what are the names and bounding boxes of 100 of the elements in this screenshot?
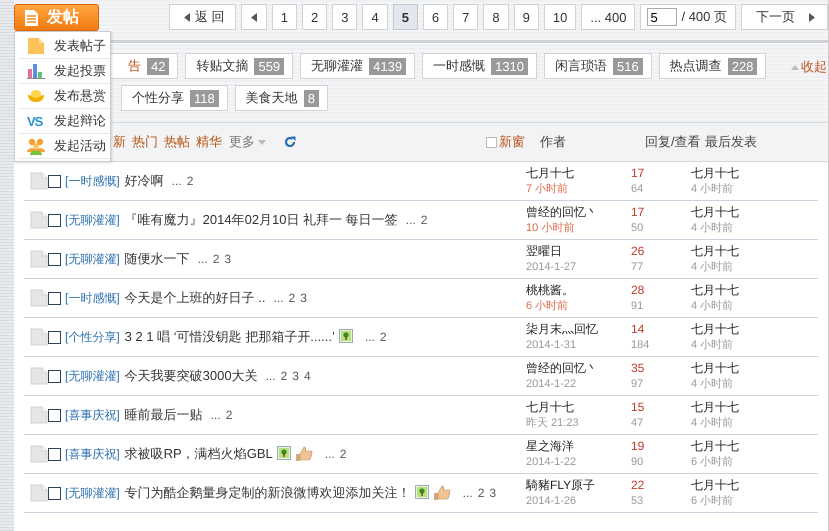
- author-name[interactable]: 翌曜日: [526, 243, 631, 259]
- board-tag[interactable]: 无聊灌灌 4139: [300, 53, 416, 79]
- checkbox[interactable]: [48, 448, 61, 460]
- board-name: 个性分享: [132, 89, 184, 107]
- checkbox[interactable]: [48, 292, 61, 304]
- page-button[interactable]: 3: [332, 4, 358, 30]
- page-button[interactable]: ... 400: [581, 4, 636, 30]
- thread-title[interactable]: 求被吸RP，满档火焰GBL: [124, 446, 273, 461]
- last-poster[interactable]: 七月十七: [691, 399, 818, 415]
- author-name[interactable]: 七月十七: [526, 165, 631, 181]
- checkbox[interactable]: [48, 330, 61, 344]
- previous-page-button[interactable]: [240, 4, 267, 30]
- filter-tab[interactable]: 精华: [196, 133, 222, 151]
- page-link[interactable]: 2: [288, 291, 296, 305]
- page-button[interactable]: 1: [272, 4, 297, 30]
- page-link[interactable]: 4: [304, 369, 311, 383]
- page-link[interactable]: 2: [212, 252, 220, 266]
- board-tag[interactable]: 一时感慨 1310: [422, 53, 538, 79]
- thread-title[interactable]: 好冷啊: [124, 173, 164, 188]
- category-link[interactable]: [无聊灌灌]: [65, 252, 120, 266]
- collapse-link[interactable]: 收起: [801, 58, 827, 76]
- page-button[interactable]: 6: [422, 4, 448, 30]
- menu-item[interactable]: 发表帖子: [54, 37, 106, 55]
- page-link[interactable]: 2: [478, 486, 484, 500]
- more-dropdown[interactable]: 更多: [229, 133, 266, 151]
- thread-title[interactable]: 今天我要突破3000大关: [124, 368, 258, 383]
- count-badge: 8: [304, 90, 319, 106]
- thread-title[interactable]: 专门为酷企鹅量身定制的新浪微博欢迎添加关注！: [124, 485, 411, 500]
- page-button[interactable]: 2: [302, 4, 328, 30]
- page-button[interactable]: 8: [483, 4, 509, 30]
- page-button[interactable]: 7: [453, 4, 478, 30]
- page-link[interactable]: 3: [224, 252, 232, 266]
- last-poster[interactable]: 七月十七: [691, 438, 818, 454]
- last-poster[interactable]: 七月十七: [691, 282, 818, 298]
- last-poster[interactable]: 七月十七: [691, 243, 818, 259]
- last-poster[interactable]: 七月十七: [691, 165, 818, 181]
- category-link[interactable]: [无聊灌灌]: [65, 213, 120, 227]
- checkbox[interactable]: [48, 408, 61, 422]
- filter-tab[interactable]: 热门: [132, 133, 158, 151]
- author-name[interactable]: 七月十七: [526, 399, 631, 415]
- last-poster[interactable]: 七月十七: [691, 477, 818, 493]
- menu-item[interactable]: 发起活动: [54, 137, 106, 155]
- menu-item[interactable]: 发起辩论: [54, 112, 106, 130]
- view-count: 97: [631, 377, 644, 392]
- category-link[interactable]: [喜事庆祝]: [65, 447, 120, 461]
- thread-title[interactable]: 随便水一下: [124, 251, 190, 266]
- board-tag[interactable]: 闲言琐语 516: [544, 53, 652, 79]
- page-link[interactable]: 2: [226, 408, 232, 422]
- filter-tab[interactable]: 新: [113, 133, 126, 151]
- thread-title[interactable]: 『唯有魔力』2014年02月10日 礼拜一 每日一签: [124, 212, 398, 227]
- page-button[interactable]: 9: [514, 4, 539, 30]
- next-page-button[interactable]: 下一页: [741, 4, 828, 30]
- category-link[interactable]: [无聊灌灌]: [65, 369, 120, 383]
- checkbox[interactable]: [48, 486, 61, 500]
- checkbox[interactable]: [48, 252, 61, 266]
- page-link[interactable]: 2: [420, 213, 428, 227]
- board-tag[interactable]: 转贴文摘 559: [185, 53, 294, 79]
- checkbox[interactable]: [486, 136, 497, 148]
- author-name[interactable]: 桃桃酱。: [526, 282, 631, 298]
- category-link[interactable]: [一时感慨]: [65, 174, 120, 188]
- filter-tab[interactable]: 热帖: [164, 133, 190, 151]
- category-link[interactable]: [个性分享]: [65, 330, 120, 344]
- page-link[interactable]: 2: [280, 369, 288, 383]
- page-link[interactable]: 3: [292, 369, 299, 383]
- category-link[interactable]: [一时感慨]: [65, 291, 120, 305]
- page-link[interactable]: 2: [380, 330, 387, 344]
- board-tag[interactable]: 美食天地 8: [234, 85, 328, 111]
- author-name[interactable]: 曾经的回忆丶: [526, 204, 631, 220]
- page-button[interactable]: 4: [362, 4, 388, 30]
- menu-item[interactable]: 发布悬赏: [54, 87, 106, 105]
- page-link[interactable]: 2: [186, 174, 194, 188]
- category-link[interactable]: [无聊灌灌]: [65, 486, 120, 500]
- last-poster[interactable]: 七月十七: [691, 360, 818, 376]
- refresh-icon[interactable]: [284, 136, 296, 148]
- thread-title[interactable]: 今天是个上班的好日子 ..: [124, 290, 266, 305]
- checkbox[interactable]: [48, 214, 61, 226]
- back-button[interactable]: 返 回: [169, 4, 236, 30]
- page-link[interactable]: 3: [489, 486, 496, 500]
- menu-item[interactable]: 发起投票: [54, 62, 106, 80]
- author-name[interactable]: 星之海洋: [526, 438, 631, 454]
- page-button[interactable]: 5: [392, 4, 418, 30]
- page-input[interactable]: 5: [647, 8, 678, 26]
- thread-title[interactable]: 睡前最后一贴: [124, 407, 203, 422]
- checkbox[interactable]: [48, 370, 61, 382]
- post-time: 昨天 21:23: [526, 416, 580, 431]
- page-link[interactable]: 3: [300, 291, 307, 305]
- thread-title[interactable]: 3 2 1 唱 ‘可惜没钥匙 把那箱子开......’: [124, 329, 335, 344]
- checkbox[interactable]: [48, 174, 61, 188]
- page-button[interactable]: 10: [544, 4, 576, 30]
- author-name[interactable]: 騎豬FLY原子: [526, 477, 631, 493]
- page-link[interactable]: 2: [340, 447, 346, 461]
- author-name[interactable]: 曾经的回忆丶: [526, 360, 631, 376]
- board-tag[interactable]: 个性分享 118: [121, 85, 228, 111]
- last-poster[interactable]: 七月十七: [691, 204, 818, 220]
- board-tag[interactable]: 热点调查 228: [658, 53, 766, 79]
- document-icon: [30, 484, 48, 502]
- category-link[interactable]: [喜事庆祝]: [65, 408, 120, 422]
- last-poster[interactable]: 七月十七: [691, 321, 818, 337]
- reply-count: 17: [631, 204, 646, 220]
- author-name[interactable]: 柒月末灬回忆: [526, 321, 631, 337]
